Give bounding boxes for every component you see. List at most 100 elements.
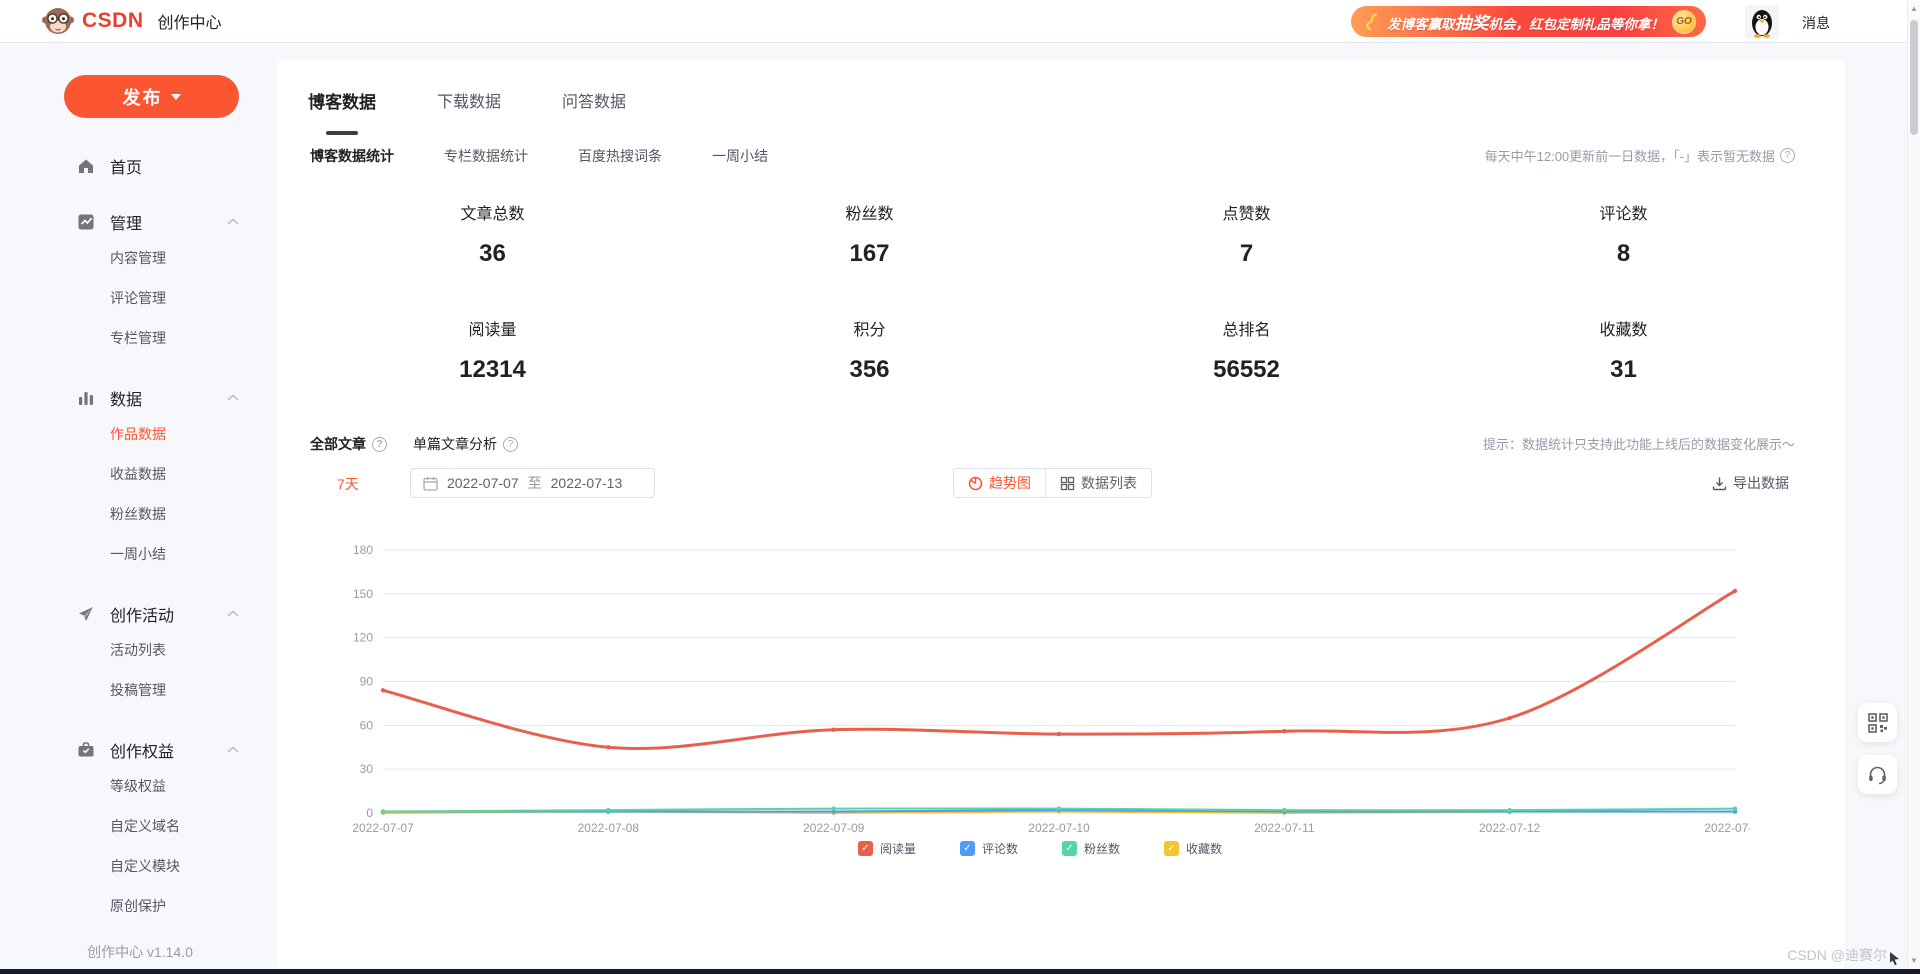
stat-label: 评论数	[1599, 206, 1648, 223]
question-circle-icon[interactable]: ?	[1780, 148, 1795, 163]
promo-text: 发博客赢取抽奖机会，红包定制礼品等你拿！	[1387, 14, 1664, 33]
period-7days-filter[interactable]: 7天	[337, 474, 359, 494]
sidebar-item-home[interactable]: 首页	[0, 150, 277, 182]
messages-link[interactable]: 消息	[1802, 13, 1830, 33]
svg-text:2022-07-08: 2022-07-08	[578, 821, 640, 835]
sidebar-item-fans-data[interactable]: 粉丝数据	[0, 494, 277, 534]
tab-qa-data[interactable]: 问答数据	[562, 88, 626, 127]
chart-controls: 7天 2022-07-07 至 2022-07-13 趋势图 数据列表 导出数据	[277, 468, 1845, 498]
go-coin-icon[interactable]: GO	[1672, 9, 1696, 34]
stat-label: 收藏数	[1599, 322, 1648, 339]
chevron-up-icon[interactable]	[227, 394, 239, 402]
tab-single-article-analysis[interactable]: 单篇文章分析?	[413, 434, 518, 454]
subtab-blog-stats[interactable]: 博客数据统计	[310, 146, 394, 166]
sidebar-item-label: 管理	[110, 216, 143, 233]
tab-all-articles[interactable]: 全部文章?	[310, 434, 387, 454]
checkbox-checked-icon[interactable]: ✓	[959, 841, 975, 856]
user-avatar[interactable]	[1745, 5, 1779, 39]
sidebar-item-works-data[interactable]: 作品数据	[0, 414, 277, 454]
publish-button-label: 发布	[122, 87, 163, 108]
sidebar: 发布 首页 管理 内容管理 评论管理 专栏管理 数据 作品数据 收益数据 粉丝数…	[0, 43, 277, 969]
logo-wordmark: CSDN	[82, 9, 144, 32]
sidebar-item-income-data[interactable]: 收益数据	[0, 454, 277, 494]
publish-button[interactable]: 发布	[64, 75, 239, 118]
export-data-button[interactable]: 导出数据	[1712, 473, 1789, 493]
headset-icon	[1869, 766, 1886, 785]
svg-text:150: 150	[353, 587, 373, 601]
stat-card-fans: 粉丝数 167	[681, 200, 1058, 268]
promo-banner[interactable]: 发博客赢取抽奖机会，红包定制礼品等你拿！ GO	[1351, 6, 1706, 37]
data-list-button[interactable]: 数据列表	[1045, 469, 1151, 497]
sidebar-item-label: 首页	[110, 160, 143, 177]
scrollbar-thumb[interactable]	[1910, 20, 1918, 135]
sidebar-nav: 首页 管理 内容管理 评论管理 专栏管理 数据 作品数据 收益数据 粉丝数据 一…	[0, 150, 277, 926]
trend-chart-area: 0 30 60 90 120 150 180 2022-07-07 2022-07-08 2022…	[330, 542, 1766, 842]
sidebar-item-original-protection[interactable]: 原创保护	[0, 886, 277, 926]
stat-label: 文章总数	[460, 206, 525, 223]
legend-item-comments[interactable]: ✓ 评论数	[959, 840, 1018, 857]
watermark-text: CSDN @迪赛尔	[1787, 947, 1887, 963]
blog-subtabs: 博客数据统计 专栏数据统计 百度热搜词条 一周小结	[310, 146, 768, 166]
chevron-up-icon[interactable]	[227, 218, 239, 226]
analysis-tabs: 全部文章? 单篇文章分析?	[310, 434, 518, 454]
subtab-baidu-hot[interactable]: 百度热搜词条	[578, 146, 662, 166]
checkbox-checked-icon[interactable]: ✓	[1164, 841, 1180, 856]
sidebar-item-activity-list[interactable]: 活动列表	[0, 630, 277, 670]
checkbox-checked-icon[interactable]: ✓	[857, 841, 873, 856]
sidebar-item-manage[interactable]: 管理	[0, 206, 277, 238]
legend-item-fans[interactable]: ✓ 粉丝数	[1062, 840, 1120, 857]
svg-text:120: 120	[353, 631, 373, 645]
subtab-column-stats[interactable]: 专栏数据统计	[444, 146, 528, 166]
scroll-down-arrow-icon[interactable]: ▼	[1908, 956, 1920, 965]
trend-chart-button[interactable]: 趋势图	[954, 469, 1045, 497]
sidebar-item-level-rights[interactable]: 等级权益	[0, 766, 277, 806]
bar-chart-icon	[76, 388, 96, 408]
logo[interactable]: CSDN 创作中心	[42, 5, 222, 37]
stat-card-reads: 阅读量 12314	[304, 316, 681, 384]
sidebar-item-data[interactable]: 数据	[0, 382, 277, 414]
sidebar-item-rights[interactable]: 创作权益	[0, 734, 277, 766]
customer-service-button[interactable]	[1858, 755, 1897, 794]
data-tabs: 博客数据 下载数据 问答数据	[308, 88, 626, 127]
sidebar-item-label: 创作活动	[110, 608, 175, 625]
legend-item-favorites[interactable]: ✓ 收藏数	[1164, 840, 1222, 857]
sidebar-item-activities[interactable]: 创作活动	[0, 598, 277, 630]
penguin-avatar-icon	[1752, 10, 1772, 38]
legend-label: 收藏数	[1186, 842, 1223, 856]
chevron-up-icon[interactable]	[227, 746, 239, 754]
tab-download-data[interactable]: 下载数据	[437, 88, 501, 127]
page-scrollbar[interactable]: ▲ ▼	[1907, 0, 1920, 969]
svg-text:60: 60	[360, 718, 374, 732]
page-title: 创作中心	[157, 15, 222, 32]
stat-value: 12314	[459, 356, 526, 383]
question-circle-icon[interactable]: ?	[372, 436, 387, 452]
svg-text:30: 30	[360, 762, 374, 776]
tab-blog-data[interactable]: 博客数据	[308, 88, 376, 127]
sidebar-item-weekly-summary[interactable]: 一周小结	[0, 534, 277, 574]
sidebar-item-comment-manage[interactable]: 评论管理	[0, 278, 277, 318]
legend-item-reads[interactable]: ✓ 阅读量	[857, 840, 916, 857]
scroll-up-arrow-icon[interactable]: ▲	[1908, 4, 1920, 13]
subtab-weekly[interactable]: 一周小结	[712, 146, 768, 166]
sidebar-item-submission-manage[interactable]: 投稿管理	[0, 670, 277, 710]
chevron-up-icon[interactable]	[227, 610, 239, 618]
trend-chart-label: 趋势图	[989, 475, 1031, 491]
question-circle-icon[interactable]: ?	[503, 436, 518, 452]
qr-code-button[interactable]	[1858, 703, 1897, 742]
trend-line-chart[interactable]: 0 30 60 90 120 150 180 2022-07-07 2022-07-08 2022…	[330, 542, 1766, 842]
sidebar-item-content-manage[interactable]: 内容管理	[0, 238, 277, 278]
sidebar-item-label: 创作权益	[110, 744, 175, 761]
date-range-picker[interactable]: 2022-07-07 至 2022-07-13	[410, 468, 655, 498]
sidebar-item-label: 评论管理	[110, 290, 166, 306]
stat-card-points: 积分 356	[681, 316, 1058, 384]
sidebar-item-label: 活动列表	[110, 642, 166, 658]
sidebar-item-custom-domain[interactable]: 自定义域名	[0, 806, 277, 846]
sidebar-item-custom-module[interactable]: 自定义模块	[0, 846, 277, 886]
tab-single-article-label: 单篇文章分析	[413, 436, 497, 452]
checkbox-checked-icon[interactable]: ✓	[1062, 841, 1077, 856]
legend-label: 粉丝数	[1084, 842, 1121, 856]
svg-text:0: 0	[366, 806, 373, 820]
sidebar-item-column-manage[interactable]: 专栏管理	[0, 318, 277, 358]
legend-label: 评论数	[981, 842, 1018, 856]
view-toggle-group: 趋势图 数据列表	[953, 468, 1152, 498]
